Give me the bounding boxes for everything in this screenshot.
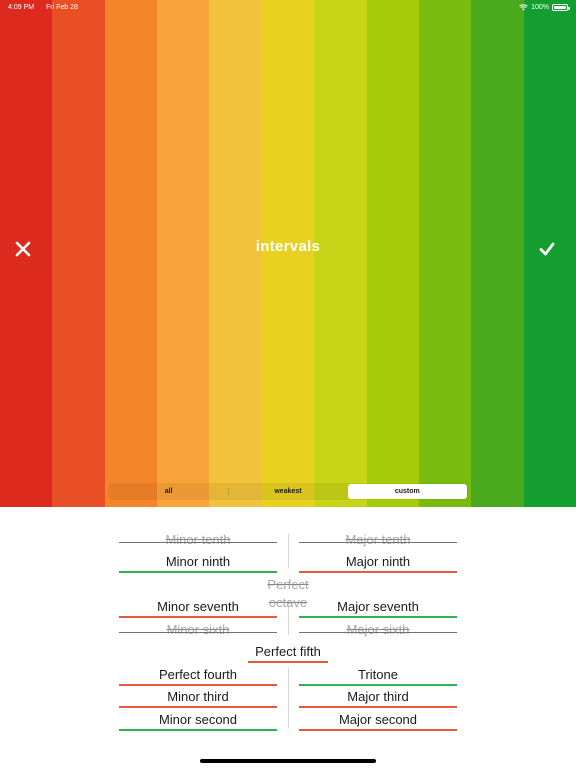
- interval-label: Major ninth: [345, 554, 411, 569]
- interval-label: Major seventh: [337, 599, 419, 614]
- interval-underline: [119, 542, 277, 543]
- filter-all-button[interactable]: all: [109, 484, 228, 499]
- status-right: 100%: [519, 3, 570, 11]
- interval-label: Major third: [347, 689, 409, 704]
- filter-weakest-button[interactable]: weakest: [228, 484, 347, 499]
- interval-major-tenth[interactable]: Major tenth: [299, 531, 457, 549]
- interval-underline: [119, 632, 277, 633]
- interval-perfect-octave[interactable]: Perfect octave: [248, 576, 328, 610]
- interval-underline: [299, 706, 457, 708]
- interval-minor-ninth[interactable]: Minor ninth: [119, 553, 277, 573]
- interval-major-ninth[interactable]: Major ninth: [299, 553, 457, 573]
- status-left: 4:09 PM Fri Feb 28: [8, 4, 88, 11]
- interval-label: Major sixth: [346, 622, 410, 637]
- interval-label: Perfect fourth: [158, 667, 238, 682]
- status-date: Fri Feb 28: [46, 3, 78, 11]
- app-root: 4:09 PM Fri Feb 28 100% intervals all we…: [0, 0, 576, 768]
- interval-major-third[interactable]: Major third: [299, 688, 457, 708]
- interval-label: Minor third: [167, 689, 229, 704]
- wifi-icon: [519, 3, 528, 10]
- interval-label: Minor tenth: [165, 532, 231, 547]
- status-bar: 4:09 PM Fri Feb 28 100%: [0, 0, 576, 14]
- column-divider: [288, 668, 289, 728]
- interval-underline: [299, 729, 457, 731]
- interval-minor-tenth[interactable]: Minor tenth: [119, 531, 277, 549]
- page-title: intervals: [255, 238, 321, 255]
- battery-percent: 100%: [531, 3, 549, 11]
- interval-label: Tritone: [358, 667, 398, 682]
- interval-major-seventh[interactable]: Major seventh: [299, 598, 457, 618]
- home-indicator[interactable]: [200, 759, 376, 763]
- interval-underline: [119, 729, 277, 731]
- interval-underline: [248, 661, 328, 663]
- interval-underline: [299, 632, 457, 633]
- interval-minor-third[interactable]: Minor third: [119, 688, 277, 708]
- interval-perfect-fifth[interactable]: Perfect fifth: [248, 643, 328, 663]
- interval-underline: [299, 616, 457, 618]
- filter-segmented-control: all weakest custom: [108, 483, 468, 500]
- column-divider: [288, 534, 289, 568]
- interval-underline: [119, 684, 277, 686]
- battery-icon: [552, 3, 570, 11]
- interval-label: Minor second: [158, 712, 238, 727]
- interval-underline: [299, 542, 457, 543]
- interval-underline: [119, 616, 277, 618]
- interval-label: Major second: [338, 712, 418, 727]
- interval-underline: [119, 706, 277, 708]
- filter-custom-button[interactable]: custom: [347, 484, 467, 499]
- interval-list: Minor tenth Major tenth Minor ninth Majo…: [0, 507, 576, 768]
- interval-minor-seventh[interactable]: Minor seventh: [119, 598, 277, 618]
- interval-major-second[interactable]: Major second: [299, 711, 457, 731]
- interval-perfect-fourth[interactable]: Perfect fourth: [119, 666, 277, 686]
- interval-major-sixth[interactable]: Major sixth: [299, 621, 457, 639]
- interval-minor-sixth[interactable]: Minor sixth: [119, 621, 277, 639]
- interval-underline: [119, 571, 277, 573]
- interval-tritone[interactable]: Tritone: [299, 666, 457, 686]
- interval-label: Minor seventh: [157, 599, 239, 614]
- interval-label: Major tenth: [345, 532, 411, 547]
- interval-label: Minor sixth: [166, 622, 230, 637]
- interval-label: Minor ninth: [165, 554, 231, 569]
- interval-minor-second[interactable]: Minor second: [119, 711, 277, 731]
- status-time: 4:09 PM: [8, 3, 35, 11]
- check-icon[interactable]: [536, 238, 558, 260]
- interval-underline: [299, 684, 457, 686]
- interval-label: Perfect fifth: [255, 644, 321, 659]
- interval-underline: [299, 571, 457, 573]
